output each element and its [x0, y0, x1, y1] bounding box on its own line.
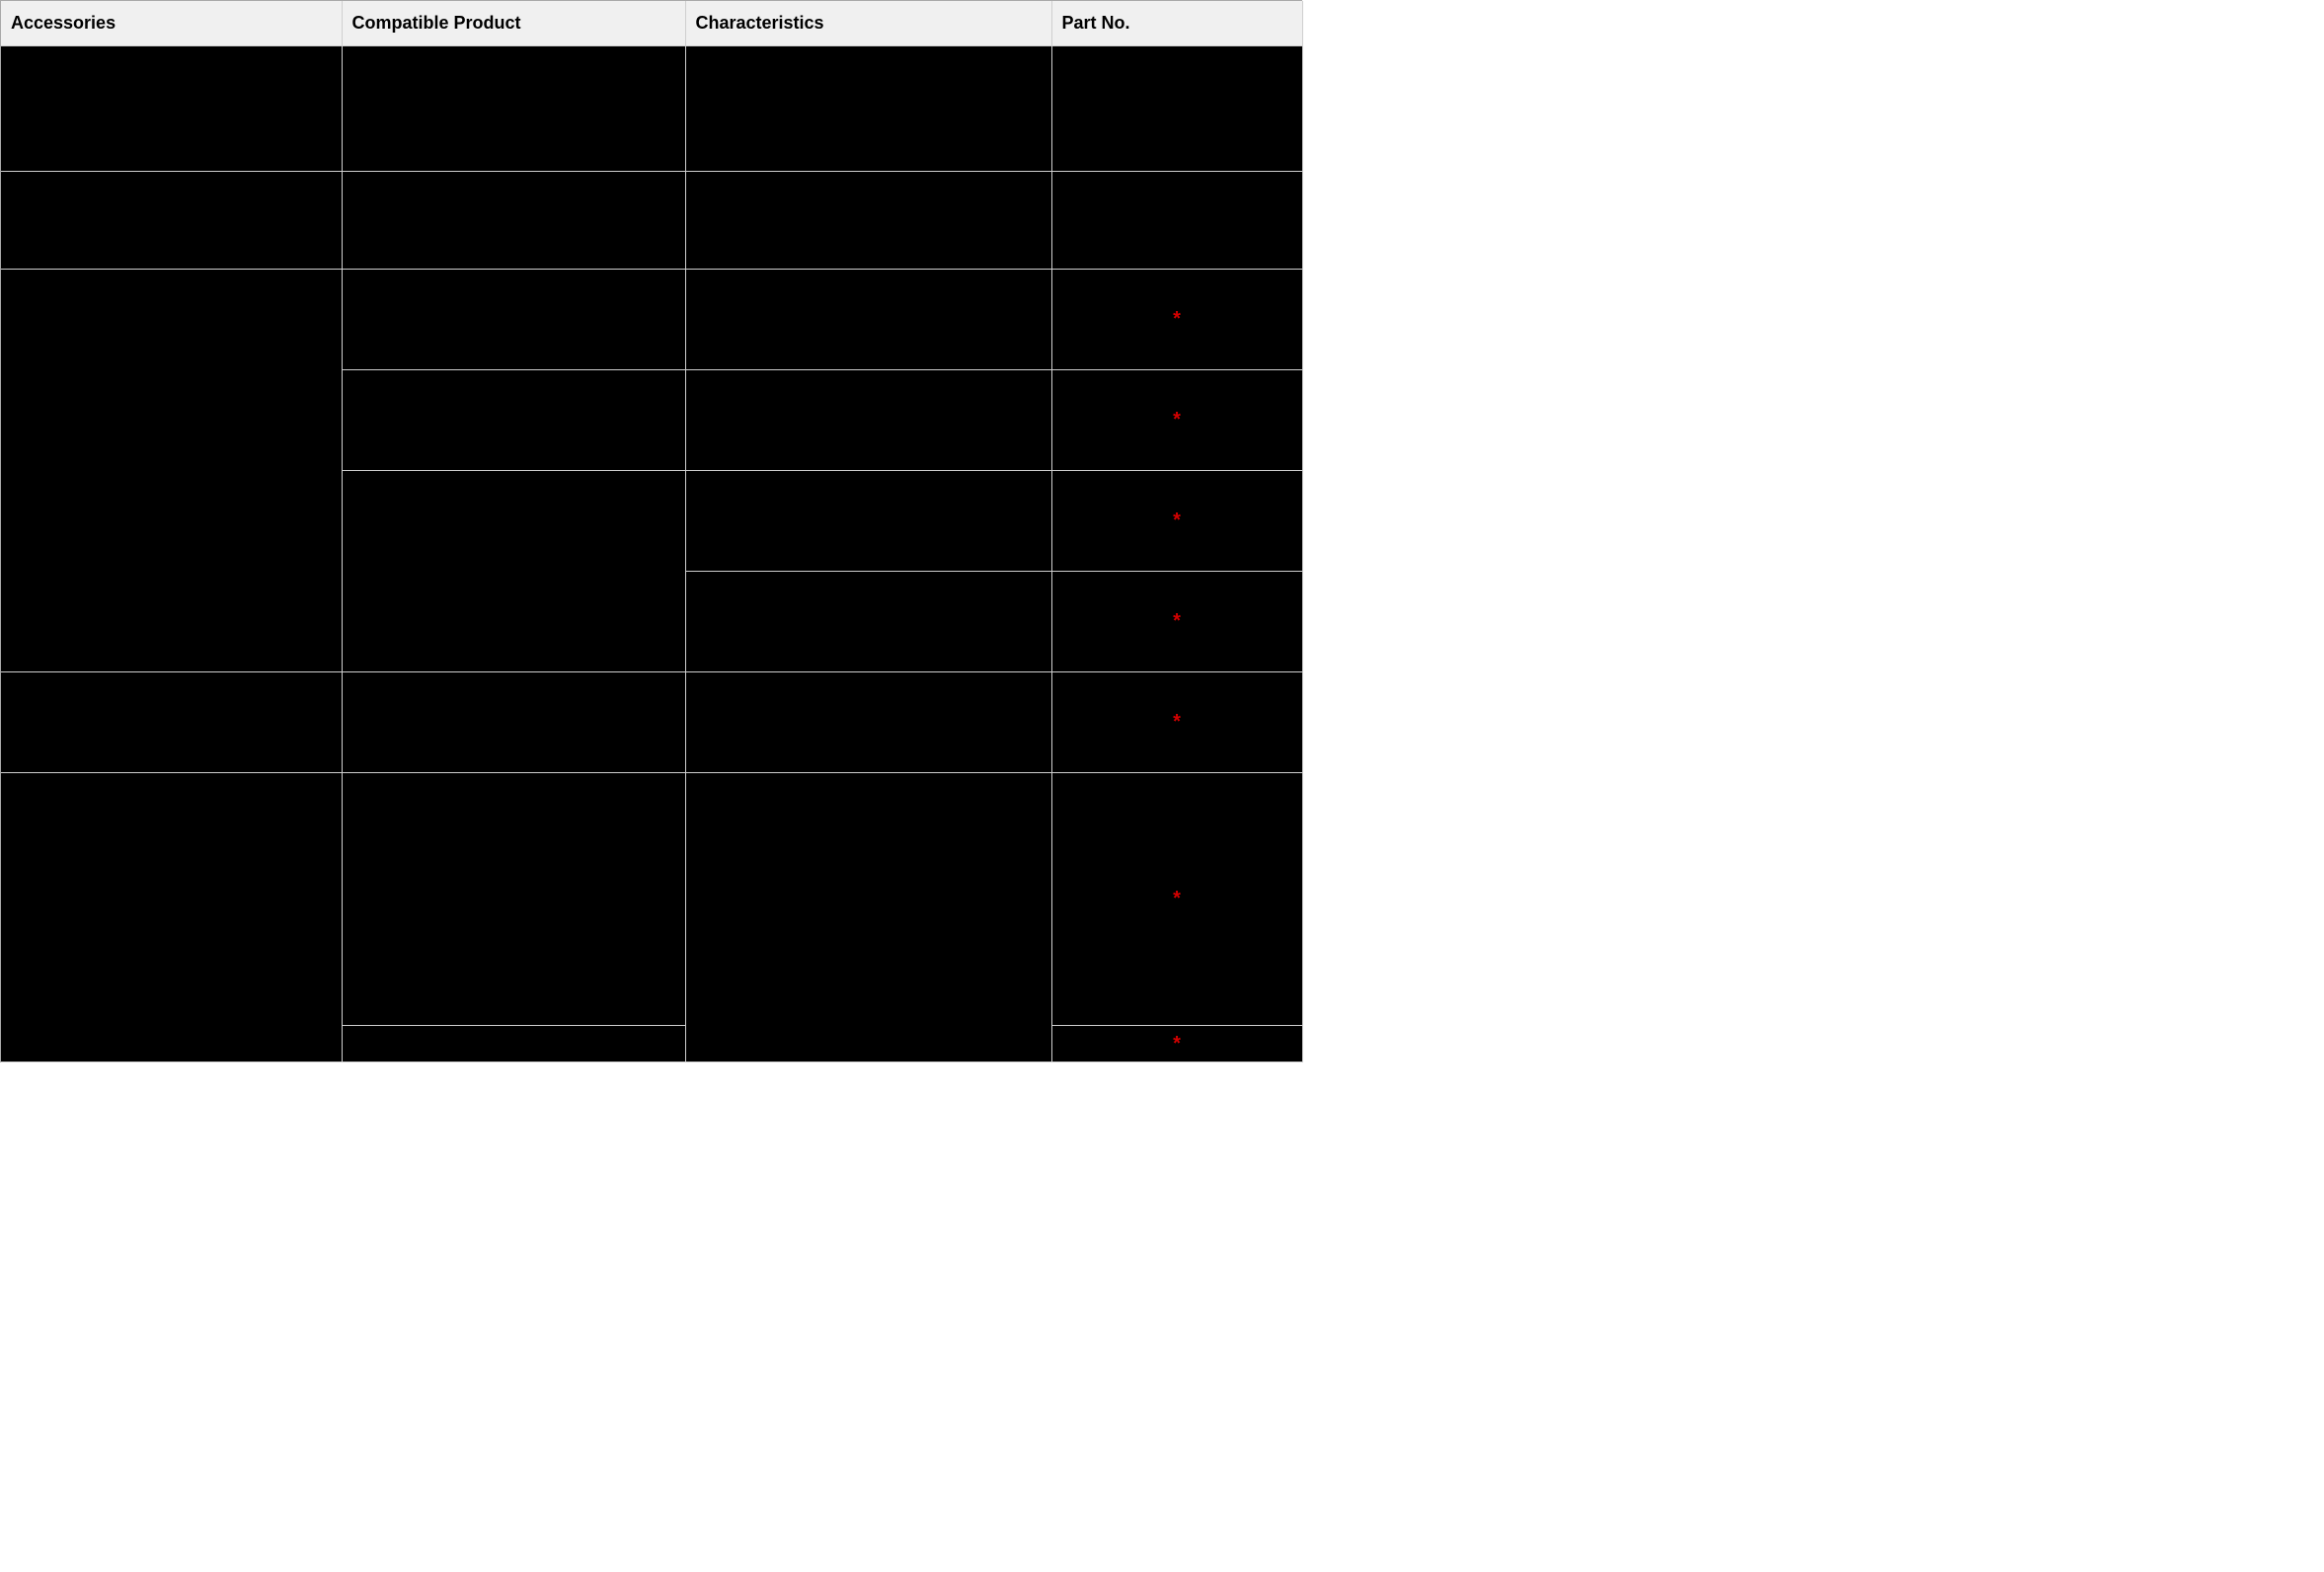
cell-characteristics [685, 270, 1051, 370]
table-header-row: Accessories Compatible Product Character… [1, 1, 1302, 46]
cell-compatible-product [342, 172, 685, 270]
cell-compatible-product [342, 471, 685, 672]
cell-compatible-product [342, 773, 685, 1026]
cell-part-no: * [1051, 1026, 1302, 1062]
cell-compatible-product [342, 270, 685, 370]
table-row: * [1, 773, 1302, 1026]
cell-part-no: * [1051, 773, 1302, 1026]
header-accessories: Accessories [1, 1, 342, 46]
cell-compatible-product [342, 46, 685, 172]
cell-compatible-product [342, 370, 685, 471]
table-row: * [1, 672, 1302, 773]
cell-part-no: * [1051, 270, 1302, 370]
cell-compatible-product [342, 1026, 685, 1062]
accessories-table-container: Accessories Compatible Product Character… [0, 0, 1302, 1062]
star-icon: * [1173, 610, 1181, 633]
star-icon: * [1173, 510, 1181, 532]
cell-part-no [1051, 46, 1302, 172]
header-characteristics: Characteristics [685, 1, 1051, 46]
cell-characteristics [685, 672, 1051, 773]
cell-characteristics [685, 471, 1051, 572]
table-row [1, 46, 1302, 172]
cell-part-no [1051, 172, 1302, 270]
cell-accessories [1, 672, 342, 773]
star-icon: * [1173, 711, 1181, 734]
cell-part-no: * [1051, 572, 1302, 672]
cell-characteristics [685, 572, 1051, 672]
cell-characteristics [685, 773, 1051, 1062]
cell-characteristics [685, 172, 1051, 270]
table-row [1, 172, 1302, 270]
cell-part-no: * [1051, 672, 1302, 773]
accessories-table: Accessories Compatible Product Character… [1, 1, 1303, 1062]
table-row: * [1, 270, 1302, 370]
cell-accessories [1, 270, 342, 672]
star-icon: * [1173, 308, 1181, 331]
cell-compatible-product [342, 672, 685, 773]
cell-accessories [1, 172, 342, 270]
header-part-no: Part No. [1051, 1, 1302, 46]
cell-characteristics [685, 46, 1051, 172]
cell-accessories [1, 773, 342, 1062]
cell-accessories [1, 46, 342, 172]
cell-part-no: * [1051, 471, 1302, 572]
header-compatible-product: Compatible Product [342, 1, 685, 46]
cell-part-no: * [1051, 370, 1302, 471]
star-icon: * [1173, 888, 1181, 910]
cell-characteristics [685, 370, 1051, 471]
star-icon: * [1173, 409, 1181, 432]
star-icon: * [1173, 1033, 1181, 1056]
